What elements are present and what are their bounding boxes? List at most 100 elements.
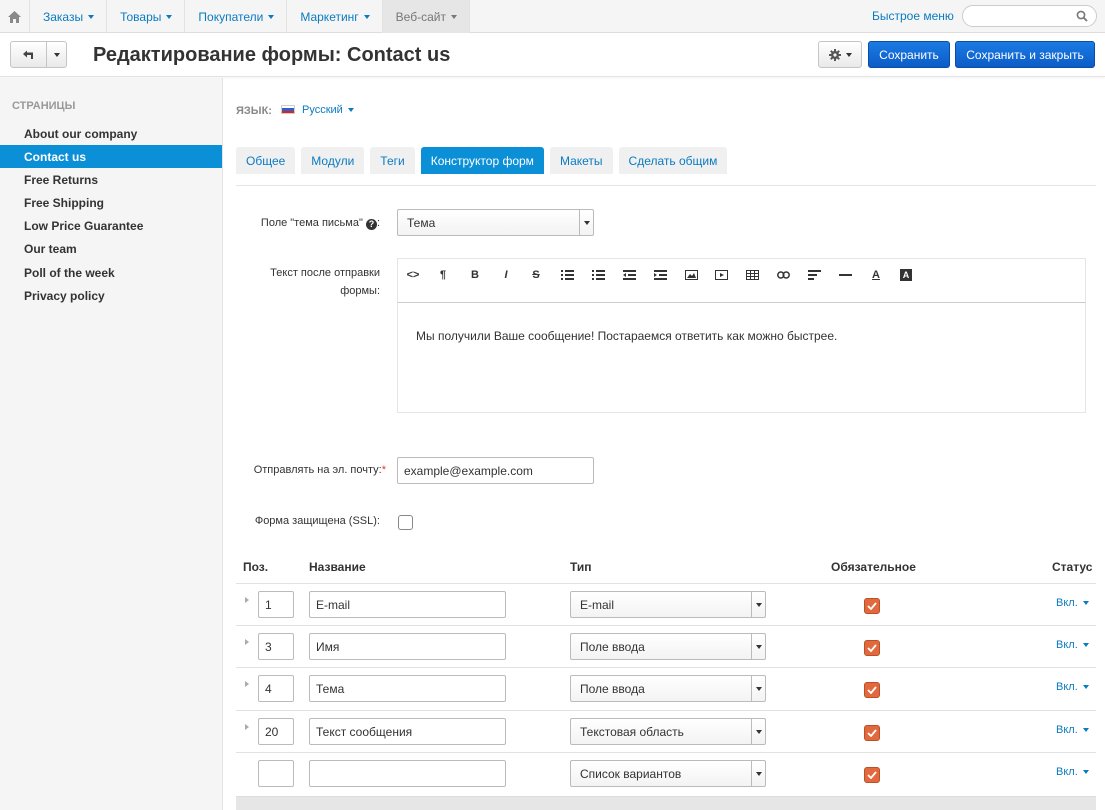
sidebar-item-contact[interactable]: Contact us (0, 145, 222, 168)
position-input[interactable]: 4 (258, 675, 294, 702)
expand-icon[interactable] (245, 597, 249, 603)
field-type-select[interactable]: Поле ввода (570, 633, 766, 660)
required-checkbox[interactable] (864, 767, 880, 783)
position-input[interactable]: 3 (258, 633, 294, 660)
position-input[interactable] (258, 760, 294, 787)
sidebar-item-free-shipping[interactable]: Free Shipping (0, 191, 222, 214)
save-button[interactable]: Сохранить (868, 41, 950, 68)
align-icon[interactable] (805, 267, 823, 283)
sidebar-item-poll[interactable]: Poll of the week (0, 261, 222, 284)
page-header: Редактирование формы: Contact us Сохрани… (0, 34, 1105, 77)
menu-orders[interactable]: Заказы (30, 0, 108, 33)
expand-icon[interactable] (245, 639, 249, 645)
paragraph-icon[interactable]: ¶ (434, 267, 452, 283)
status-dropdown[interactable]: Вкл. (1056, 681, 1089, 693)
field-name-input[interactable]: E-mail (309, 591, 506, 618)
sidebar-item-privacy[interactable]: Privacy policy (0, 284, 222, 307)
sidebar-item-our-team[interactable]: Our team (0, 237, 222, 260)
field-type-select[interactable]: E-mail (570, 591, 766, 618)
menu-products[interactable]: Товары (107, 0, 186, 33)
field-name-input[interactable]: Тема (309, 675, 506, 702)
field-type-select[interactable]: Поле ввода (570, 675, 766, 702)
menu-orders-label: Заказы (43, 9, 84, 24)
email-label-text: Отправлять на эл. почту: (253, 464, 382, 476)
menu-website[interactable]: Веб-сайт (382, 0, 470, 33)
back-arrow-icon (23, 50, 33, 59)
col-status-header: Статус (1052, 560, 1093, 574)
chevron-down-icon (347, 108, 354, 113)
home-icon[interactable] (0, 0, 30, 33)
sidebar-item-about[interactable]: About our company (0, 122, 222, 145)
indent-icon[interactable] (651, 267, 669, 283)
field-type-select[interactable]: Список вариантов (570, 760, 766, 787)
save-and-close-button[interactable]: Сохранить и закрыть (955, 41, 1095, 68)
quick-menu-link[interactable]: Быстрое меню (872, 9, 954, 23)
search-input[interactable] (962, 5, 1097, 27)
field-type-value: Поле ввода (580, 681, 645, 696)
help-icon[interactable]: ? (365, 219, 377, 230)
back-button-group (10, 41, 67, 68)
field-type-value: Список вариантов (580, 766, 682, 781)
search-icon[interactable] (1076, 10, 1088, 25)
menu-marketing[interactable]: Маркетинг (287, 0, 383, 33)
image-icon[interactable] (682, 267, 700, 283)
field-name-input[interactable] (309, 760, 506, 787)
ssl-checkbox[interactable] (398, 515, 413, 530)
chevron-down-icon (751, 676, 765, 701)
status-dropdown[interactable]: Вкл. (1056, 597, 1089, 609)
field-type-select[interactable]: Текстовая область (570, 718, 766, 745)
email-field[interactable]: example@example.com (397, 457, 594, 484)
tab-form-builder[interactable]: Конструктор форм (420, 147, 544, 174)
tab-layouts[interactable]: Макеты (549, 147, 613, 174)
status-dropdown[interactable]: Вкл. (1056, 639, 1089, 651)
video-icon[interactable] (712, 267, 730, 283)
menu-customers[interactable]: Покупатели (185, 0, 288, 33)
check-icon (867, 602, 877, 610)
table-icon[interactable] (743, 267, 761, 283)
required-checkbox[interactable] (864, 725, 880, 741)
field-type-value: Поле ввода (580, 639, 645, 654)
bold-icon[interactable]: B (466, 267, 484, 283)
required-checkbox[interactable] (864, 598, 880, 614)
subject-field-select[interactable]: Тема (397, 209, 594, 236)
font-color-icon[interactable]: A (867, 267, 885, 283)
field-name-input[interactable]: Имя (309, 633, 506, 660)
outdent-icon[interactable] (620, 267, 638, 283)
menu-marketing-label: Маркетинг (300, 9, 359, 24)
menu-customers-label: Покупатели (198, 9, 264, 24)
tab-tags[interactable]: Теги (370, 147, 415, 174)
background-color-icon[interactable]: A (897, 267, 915, 283)
chevron-down-icon (1082, 601, 1089, 606)
required-checkbox[interactable] (864, 682, 880, 698)
sidebar-item-low-price[interactable]: Low Price Guarantee (0, 214, 222, 237)
unordered-list-icon[interactable] (558, 267, 576, 283)
italic-icon[interactable]: I (497, 267, 515, 283)
link-icon[interactable] (774, 267, 792, 283)
code-view-icon[interactable]: <> (404, 267, 422, 283)
settings-dropdown-button[interactable] (818, 41, 862, 68)
expand-icon[interactable] (245, 724, 249, 730)
status-value: Вкл. (1056, 597, 1078, 609)
status-value: Вкл. (1056, 639, 1078, 651)
chevron-down-icon (751, 592, 765, 617)
ordered-list-icon[interactable] (589, 267, 607, 283)
editor-content[interactable]: Мы получили Ваше сообщение! Постараемся … (397, 303, 1086, 413)
chevron-down-icon (751, 634, 765, 659)
position-input[interactable]: 20 (258, 718, 294, 745)
sidebar-item-free-returns[interactable]: Free Returns (0, 168, 222, 191)
horizontal-rule-icon[interactable] (836, 267, 854, 283)
tab-modules[interactable]: Модули (301, 147, 365, 174)
expand-icon[interactable] (245, 681, 249, 687)
status-dropdown[interactable]: Вкл. (1056, 766, 1089, 778)
required-checkbox[interactable] (864, 640, 880, 656)
field-name-input[interactable]: Текст сообщения (309, 718, 506, 745)
language-selector[interactable]: Русский (302, 104, 354, 116)
back-button[interactable] (11, 42, 47, 67)
status-dropdown[interactable]: Вкл. (1056, 724, 1089, 736)
after-send-label: Текст после отправки формы: (270, 267, 380, 297)
strikethrough-icon[interactable]: S (527, 267, 545, 283)
tab-general[interactable]: Общее (236, 147, 296, 174)
tab-make-shared[interactable]: Сделать общим (618, 147, 728, 174)
position-input[interactable]: 1 (258, 591, 294, 618)
back-dropdown-button[interactable] (47, 42, 66, 67)
